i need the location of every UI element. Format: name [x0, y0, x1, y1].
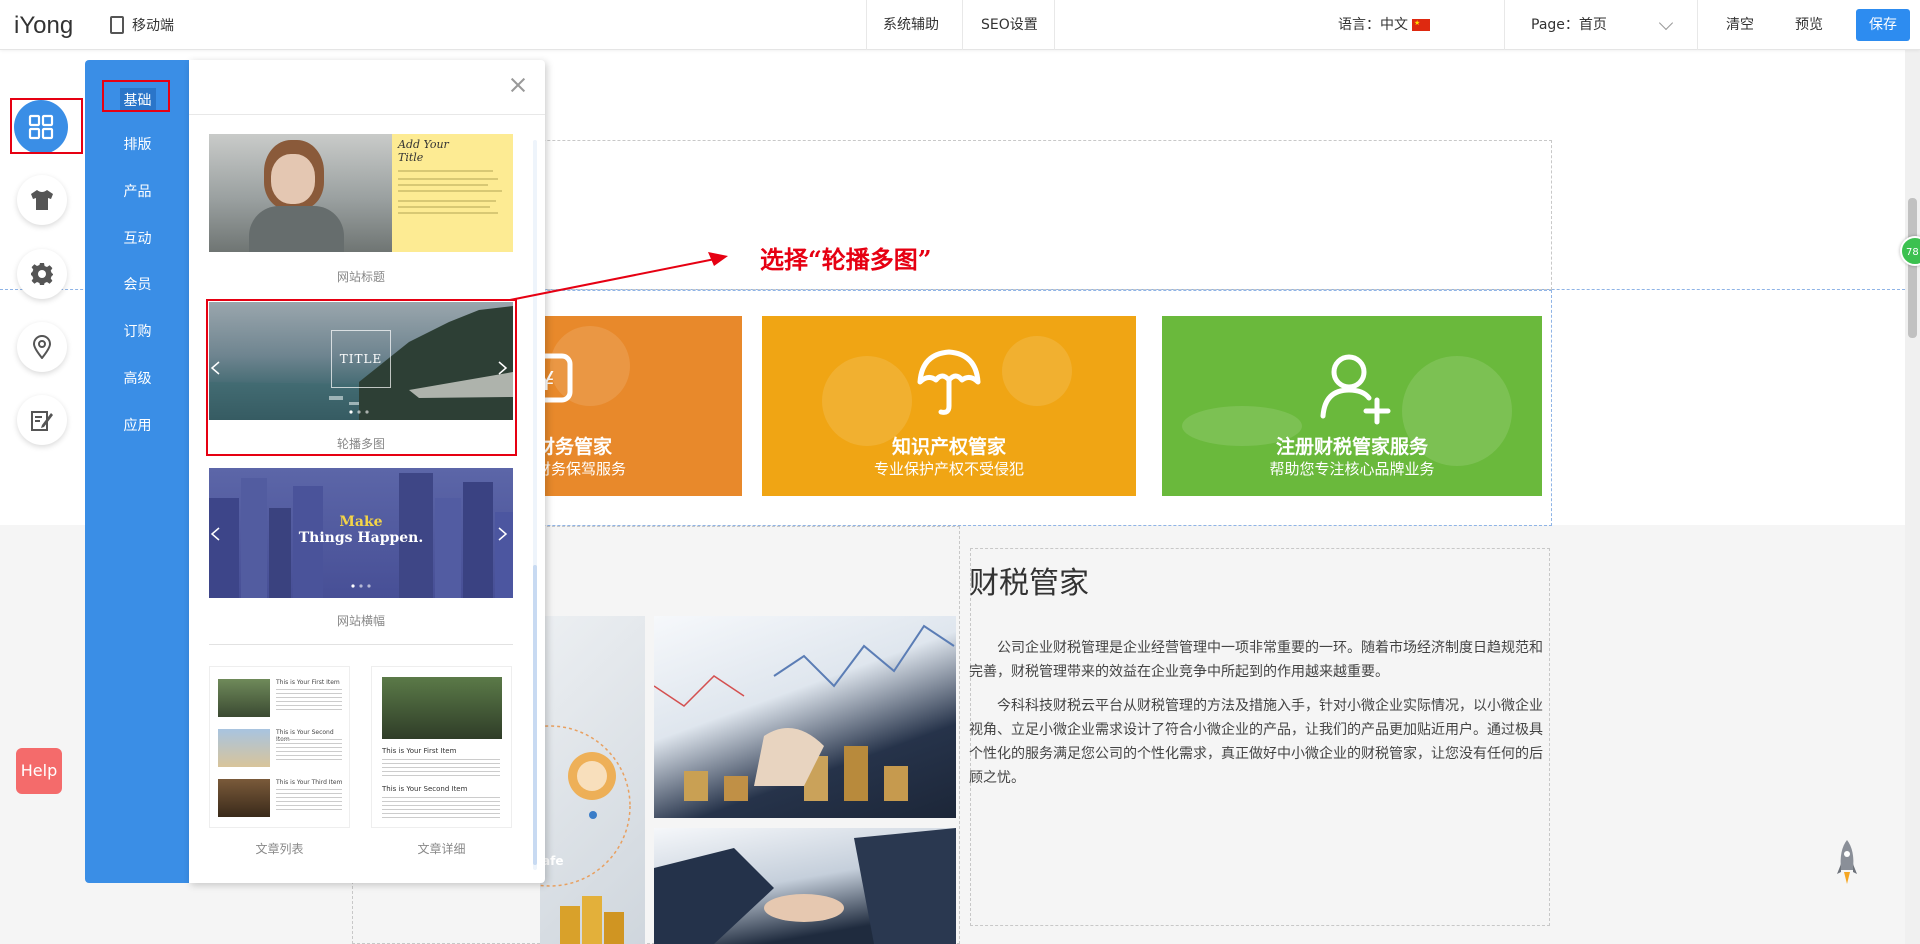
top-toolbar: iYong 移动端 系统辅助 SEO设置 语言：中文 Page：首页 清空 预览…: [0, 0, 1920, 50]
graph-lines: [654, 624, 955, 801]
highlight-box: [102, 80, 170, 112]
component-category-nav: 基础 排版 产品 互动 会员 订购 高级 应用: [85, 60, 190, 883]
clear-button[interactable]: 清空: [1726, 0, 1754, 50]
shirt-icon: [31, 190, 53, 210]
annotation-arrow: [509, 252, 728, 301]
save-button[interactable]: 保存: [1856, 9, 1910, 41]
banner-thumb-line1: Make: [339, 514, 383, 530]
highlight-box: [10, 98, 83, 154]
finance-title: 财税管家: [969, 566, 1089, 601]
security-image[interactable]: afe: [540, 616, 645, 944]
service-title: 知识产权管家: [891, 436, 1006, 458]
service-title: 财务管家: [536, 436, 613, 458]
service-title: 注册财税管家服务: [1275, 436, 1428, 458]
chevron-down-icon: [1658, 15, 1674, 31]
china-flag-icon: [1412, 17, 1430, 31]
nav-item-member[interactable]: 会员: [85, 274, 190, 294]
nav-item-layout[interactable]: 排版: [85, 134, 190, 154]
component-caption: 文章列表: [255, 842, 304, 856]
component-banner[interactable]: Make Things Happen.: [209, 468, 513, 598]
finance-paragraph: 今科科技财税云平台从财税管理的方法及措施入手，针对小微企业实际情况，以小微企业视…: [969, 698, 1543, 786]
nav-item-interaction[interactable]: 互动: [85, 228, 190, 248]
portrait-photo: [209, 134, 392, 252]
service-subtitle: 财务保驾服务: [536, 460, 627, 478]
component-panel: Add Your Title 网站标题 TITLE 轮播多图 Make Thin…: [189, 60, 545, 883]
page-scrollbar[interactable]: [1905, 50, 1920, 944]
rocket-icon: [1837, 840, 1857, 884]
tablet-icon: [110, 16, 124, 34]
detail-thumb-item: This is Your First Item: [382, 747, 457, 755]
highlight-box: [206, 299, 517, 456]
title-text-card: Add Your Title: [392, 134, 513, 252]
settings-button[interactable]: [17, 249, 67, 299]
service-subtitle: 专业保护产权不受侵犯: [873, 460, 1024, 478]
list-thumb-item: This is Your First Item: [276, 679, 340, 686]
scrollbar-thumb[interactable]: [1908, 198, 1917, 338]
business-photo-chart[interactable]: [654, 616, 956, 818]
gear-icon: [31, 263, 53, 285]
nav-item-apps[interactable]: 应用: [85, 415, 190, 435]
mobile-label: 移动端: [132, 18, 174, 34]
divider: [209, 644, 513, 645]
thumb-heading: Add Your Title: [398, 138, 449, 164]
handshake-illustration: [654, 828, 956, 944]
close-icon[interactable]: [509, 76, 527, 94]
component-caption: 网站标题: [336, 270, 385, 284]
add-user-icon: [1320, 354, 1391, 425]
app-logo: iYong: [14, 12, 74, 39]
list-thumb-item: This is Your Third Item: [276, 779, 343, 786]
detail-thumb-item: This is Your Second Item: [382, 785, 468, 793]
service-card-ip[interactable]: 知识产权管家 专业保护产权不受侵犯: [762, 316, 1136, 496]
service-subtitle: 帮助您专注核心品牌业务: [1269, 460, 1435, 478]
component-website-title[interactable]: Add Your Title: [209, 134, 513, 252]
mobile-view-button[interactable]: 移动端: [110, 15, 174, 35]
nav-item-order[interactable]: 订购: [85, 321, 190, 341]
page-selector[interactable]: Page：首页: [1531, 0, 1674, 50]
banner-thumb-line2: Things Happen.: [298, 530, 424, 546]
theme-button[interactable]: [17, 175, 67, 225]
map-pin-icon: [32, 335, 52, 359]
component-article-detail[interactable]: This is Your First Item This is Your Sec…: [371, 666, 512, 828]
safe-label: afe: [542, 854, 564, 868]
dot: [589, 811, 597, 819]
system-assist-button[interactable]: 系统辅助: [883, 0, 939, 50]
panel-header: [189, 60, 545, 115]
page-label: Page：首页: [1531, 17, 1607, 33]
business-photo-handshake[interactable]: [654, 828, 956, 944]
panel-scrollbar-thumb[interactable]: [533, 565, 537, 865]
nav-item-advanced[interactable]: 高级: [85, 368, 190, 388]
edit-button[interactable]: [17, 395, 67, 445]
component-caption: 网站横幅: [336, 614, 385, 628]
coins-illustration: [540, 725, 631, 944]
component-caption: 文章详细: [417, 842, 466, 856]
finance-paragraph: 公司企业财税管理是企业经营管理中一项非常重要的一环。随着市场经济制度日趋规范和完…: [969, 640, 1543, 680]
preview-button[interactable]: 预览: [1795, 0, 1823, 50]
edit-note-icon: [31, 411, 53, 431]
back-to-top-button[interactable]: [1836, 838, 1858, 892]
language-label: 语言：中文: [1338, 17, 1408, 33]
umbrella-icon: [917, 349, 981, 415]
seo-settings-button[interactable]: SEO设置: [981, 0, 1038, 50]
help-button[interactable]: Help: [16, 748, 62, 794]
language-selector[interactable]: 语言：中文: [1338, 0, 1430, 50]
location-button[interactable]: [17, 322, 67, 372]
component-article-list[interactable]: This is Your First Item This is Your Sec…: [209, 666, 350, 828]
nav-item-product[interactable]: 产品: [85, 181, 190, 201]
service-card-register[interactable]: 注册财税管家服务 帮助您专注核心品牌业务: [1162, 316, 1542, 496]
annotation-text: 选择“轮播多图”: [760, 245, 932, 274]
service-card-finance[interactable]: ¥ 财务管家 财务保驾服务: [530, 316, 742, 496]
